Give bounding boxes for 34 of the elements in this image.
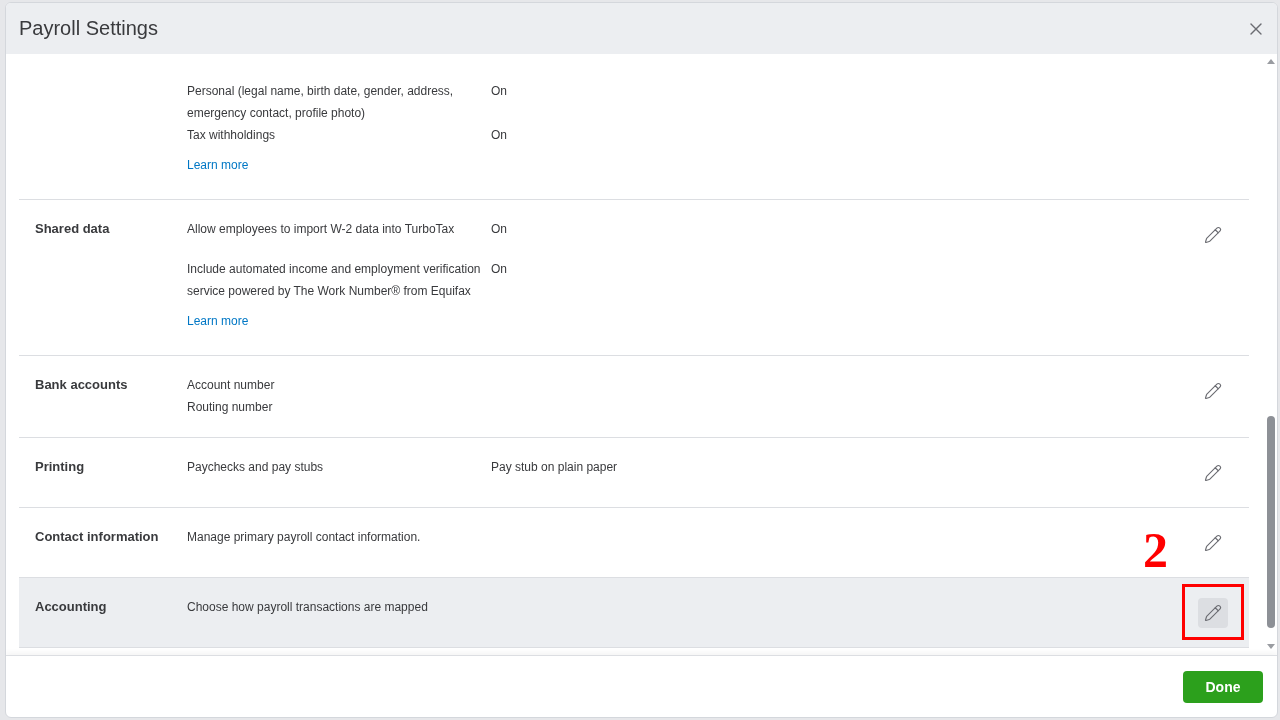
learn-more-link[interactable]: Learn more [187,310,249,332]
setting-value: Pay stub on plain paper [491,459,618,476]
edit-button[interactable] [1198,598,1228,628]
setting-value: On [491,83,507,100]
pencil-icon [1204,226,1222,244]
setting-description: Personal (legal name, birth date, gender, address, emergency contact, profile photo) [187,83,455,122]
pencil-icon [1204,382,1222,400]
section-label: Accounting [35,598,108,616]
setting-description: Tax withholdings [187,127,277,144]
annotation-number: 2 [1143,525,1168,575]
section-label: Bank accounts [35,376,129,394]
scrollbar-thumb[interactable] [1267,416,1275,628]
setting-description: Account number [187,377,276,394]
scroll-up-icon[interactable] [1267,59,1275,64]
done-button[interactable]: Done [1183,671,1263,703]
pencil-icon [1204,604,1222,622]
setting-value: On [491,127,507,144]
dialog-title: Payroll Settings [19,17,158,40]
section-label: Printing [35,458,86,476]
setting-description: Paychecks and pay stubs [187,459,325,476]
section-label: Shared data [35,220,111,238]
setting-value: On [491,221,507,238]
scroll-down-icon[interactable] [1267,644,1275,649]
section-label: Contact information [35,528,160,546]
setting-value: On [491,261,507,278]
annotation-highlight-frame [1182,584,1244,640]
setting-description: Choose how payroll transactions are mapped [187,599,429,616]
learn-more-link[interactable]: Learn more [187,154,249,176]
setting-description: Manage primary payroll contact information. [187,529,422,546]
setting-description: Allow employees to import W-2 data into TurboTax [187,221,456,238]
setting-description: Include automated income and employment verification service powered by The Work Number® from Equifax [187,261,482,300]
pencil-icon [1204,534,1222,552]
setting-description: Routing number [187,399,274,416]
pencil-icon [1204,464,1222,482]
